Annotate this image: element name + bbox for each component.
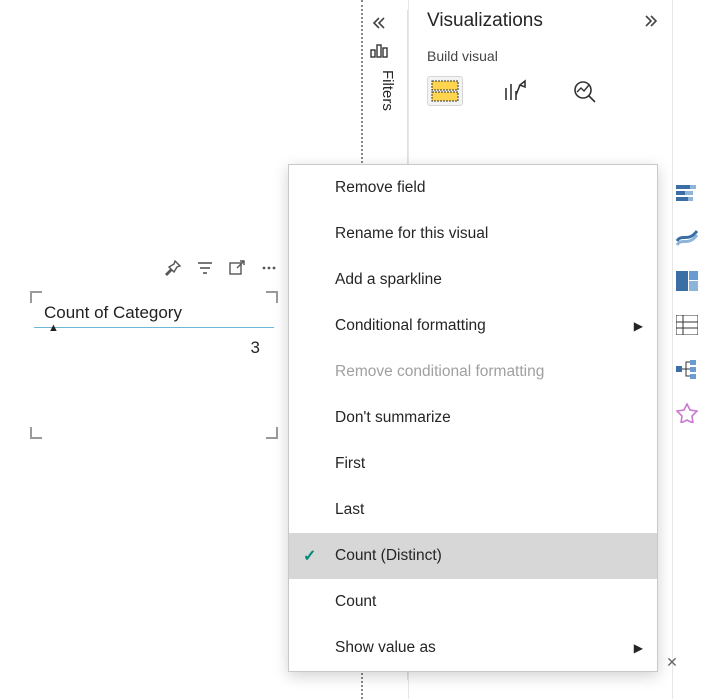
- more-options-icon[interactable]: [260, 259, 278, 277]
- menu-conditional-formatting[interactable]: Conditional formatting▶: [289, 303, 657, 349]
- column-header-text: Count of Category: [44, 303, 182, 322]
- visual-type-treemap-icon[interactable]: [674, 268, 700, 294]
- chevron-right-icon: ▶: [634, 319, 643, 333]
- chevron-right-icon: ▶: [634, 641, 643, 655]
- table-column-header[interactable]: Count of Category ▲: [34, 295, 274, 328]
- menu-last[interactable]: Last: [289, 487, 657, 533]
- format-visual-tab[interactable]: [497, 76, 533, 106]
- build-visual-tabs: [427, 76, 672, 106]
- analytics-tab[interactable]: [567, 76, 603, 106]
- menu-count-distinct[interactable]: ✓Count (Distinct): [289, 533, 657, 579]
- visual-type-ribbon-icon[interactable]: [674, 224, 700, 250]
- collapse-visualizations-icon[interactable]: [644, 14, 660, 28]
- build-visual-label: Build visual: [427, 48, 672, 64]
- visual-type-matrix-icon[interactable]: [674, 312, 700, 338]
- sort-ascending-icon: ▲: [48, 322, 59, 334]
- menu-first[interactable]: First: [289, 441, 657, 487]
- filters-pane-label[interactable]: Filters: [379, 70, 396, 111]
- resize-handle[interactable]: [266, 427, 278, 439]
- expand-filters-icon[interactable]: [370, 10, 407, 36]
- menu-remove-conditional-formatting: Remove conditional formatting: [289, 349, 657, 395]
- build-visual-tab[interactable]: [427, 76, 463, 106]
- menu-count[interactable]: Count: [289, 579, 657, 625]
- menu-add-sparkline[interactable]: Add a sparkline: [289, 257, 657, 303]
- visual-type-gallery: [674, 180, 704, 444]
- check-icon: ✓: [303, 546, 316, 566]
- focus-mode-icon[interactable]: [228, 259, 246, 277]
- menu-rename[interactable]: Rename for this visual: [289, 211, 657, 257]
- menu-show-value-as[interactable]: Show value as▶: [289, 625, 657, 671]
- close-icon[interactable]: ✕: [661, 651, 683, 673]
- table-cell-value: 3: [34, 328, 274, 368]
- visualizations-title: Visualizations: [427, 10, 543, 32]
- menu-remove-field[interactable]: Remove field: [289, 165, 657, 211]
- menu-dont-summarize[interactable]: Don't summarize: [289, 395, 657, 441]
- field-context-menu: Remove field Rename for this visual Add …: [288, 164, 658, 672]
- resize-handle[interactable]: [30, 427, 42, 439]
- visual-toolbar: [164, 259, 278, 277]
- table-visual[interactable]: Count of Category ▲ 3: [34, 295, 274, 435]
- visual-type-decomposition-icon[interactable]: [674, 356, 700, 382]
- pin-icon[interactable]: [164, 259, 182, 277]
- visual-type-custom-icon[interactable]: [674, 400, 700, 426]
- filter-icon[interactable]: [196, 259, 214, 277]
- filters-chart-icon: [370, 42, 407, 58]
- visual-type-stacked-bar-icon[interactable]: [674, 180, 700, 206]
